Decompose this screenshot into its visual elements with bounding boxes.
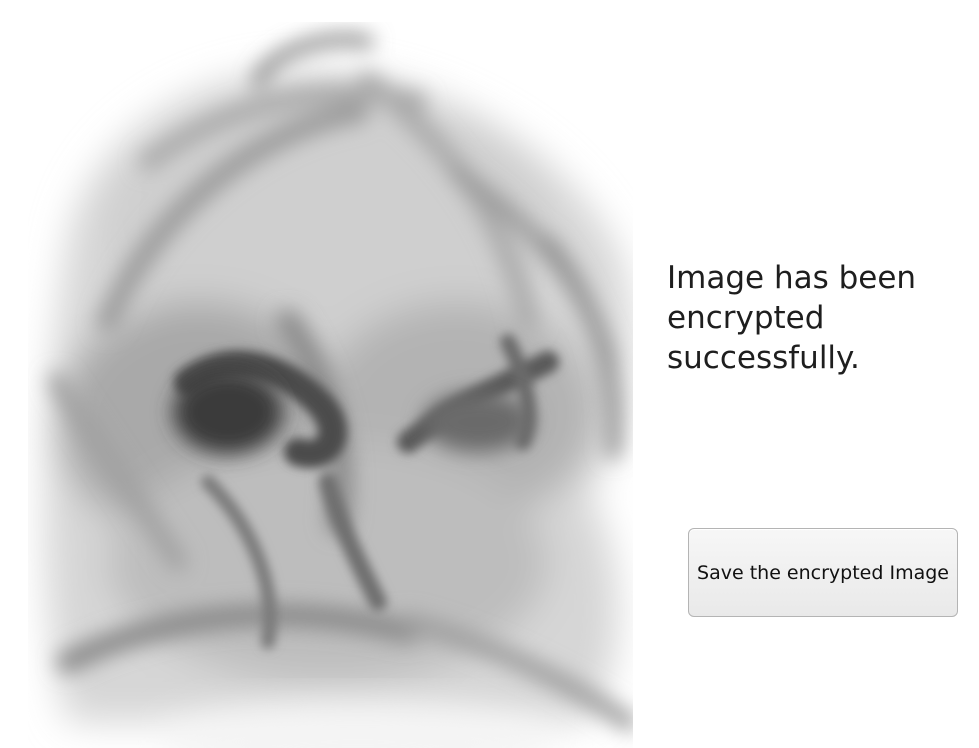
blurred-image: [28, 22, 633, 748]
encrypted-image-preview: [28, 22, 633, 748]
status-message: Image has been encrypted successfully.: [667, 260, 917, 376]
save-encrypted-image-button[interactable]: Save the encrypted Image: [688, 528, 958, 617]
encryption-window: Image has been encrypted successfully. S…: [0, 0, 979, 748]
